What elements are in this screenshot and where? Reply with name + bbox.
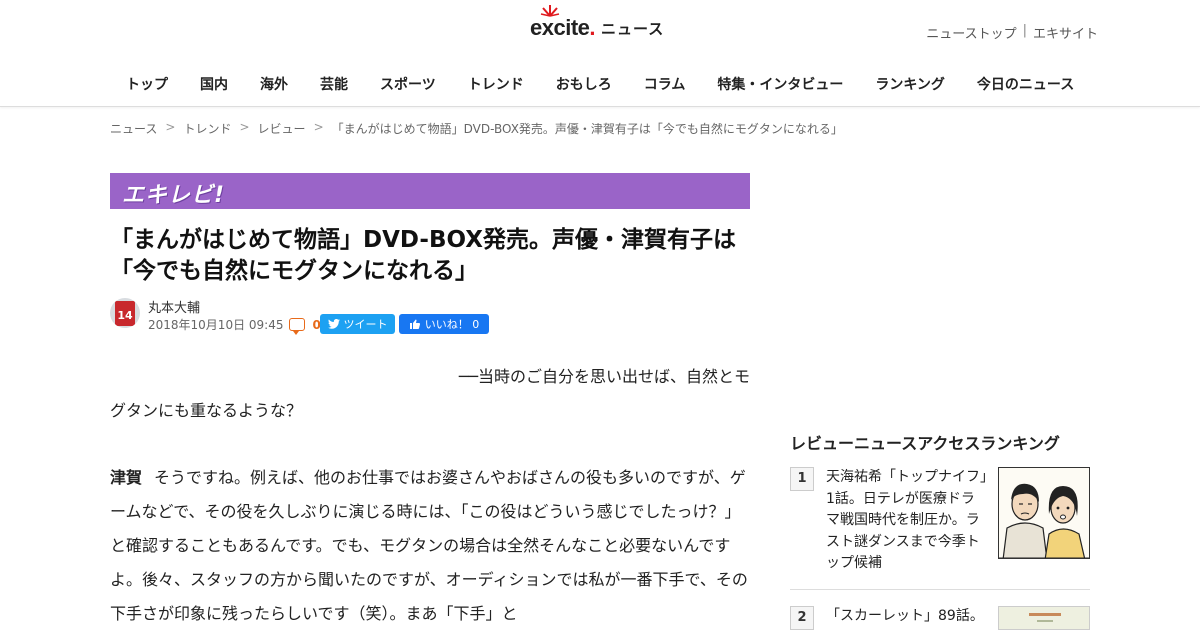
ranking-item[interactable]: 1 天海祐希「トップナイフ」1話。日テレが医療ドラマ戦国時代を制圧か。ラスト謎ダ… (790, 467, 1090, 571)
nav-sports[interactable]: スポーツ (364, 75, 452, 95)
breadcrumb-separator: > (313, 120, 324, 134)
ranking-divider (790, 589, 1090, 590)
breadcrumb-separator: > (165, 120, 176, 134)
comment-icon[interactable] (289, 318, 306, 335)
ranking-number: 2 (790, 606, 814, 630)
publish-date: 2018年10月10日 09:45 (148, 318, 284, 332)
ranking-item[interactable]: 2 「スカーレット」89話。 (790, 606, 1090, 630)
question-line-2: グタンにも重なるような？ (110, 401, 303, 420)
link-separator: | (1022, 23, 1027, 38)
ranking-headline[interactable]: 「スカーレット」89話。 (826, 606, 988, 628)
nav-top[interactable]: トップ (110, 75, 184, 95)
breadcrumb-trend[interactable]: トレンド (183, 120, 231, 137)
comic-illustration-image (999, 468, 1089, 558)
ranking-headline[interactable]: 天海祐希「トップナイフ」1話。日テレが医療ドラマ戦国時代を制圧か。ラスト謎ダンス… (826, 467, 988, 575)
tweet-label: ツイート (343, 318, 388, 331)
nav-ranking[interactable]: ランキング (859, 75, 961, 95)
nav-trend[interactable]: トレンド (452, 75, 540, 95)
ranking-title: レビューニュースアクセスランキング (790, 434, 1060, 453)
ranking-number: 1 (790, 467, 814, 491)
interview-question: ──当時のご自分を思い出せば、自然とモ グタンにも重なるような？ (110, 360, 750, 428)
breadcrumb: ニュース > トレンド > レビュー > 「まんがはじめて物語」DVD-BOX発… (110, 120, 843, 137)
top-links: ニューストップ | エキサイト (926, 23, 1098, 42)
facebook-like-button[interactable]: いいね！ 0 (399, 314, 489, 334)
question-line-1: ──当時のご自分を思い出せば、自然とモ (458, 367, 750, 386)
nav-feature-interview[interactable]: 特集・インタビュー (701, 75, 859, 95)
excite-news-logo[interactable]: excite. ニュース (530, 5, 665, 46)
speaker-name: 津賀 (110, 468, 143, 487)
breadcrumb-review[interactable]: レビュー (258, 120, 306, 137)
breadcrumb-news[interactable]: ニュース (110, 120, 157, 137)
avatar-badge: 14 (115, 301, 135, 326)
excite-logo: excite. (530, 5, 595, 41)
answer-text: そうですね。例えば、他のお仕事ではお婆さんやおばさんの役も多いのですが、ゲームな… (110, 468, 748, 623)
nav-entertainment[interactable]: 芸能 (304, 75, 364, 95)
link-excite[interactable]: エキサイト (1033, 23, 1098, 42)
link-news-top[interactable]: ニューストップ (926, 23, 1016, 42)
author-avatar[interactable]: 14 (110, 298, 140, 328)
ranking-thumbnail[interactable] (998, 606, 1090, 630)
article-title: 「まんがはじめて物語」DVD-BOX発売。声優・津賀有子は「今でも自然にモグタン… (110, 227, 736, 284)
nav-column[interactable]: コラム (628, 75, 702, 95)
global-nav: トップ 国内 海外 芸能 スポーツ トレンド おもしろ コラム 特集・インタビュ… (110, 75, 1090, 95)
tweet-button[interactable]: ツイート (320, 314, 395, 334)
thumbs-up-icon (409, 319, 420, 329)
site-header: excite. ニュース ニューストップ | エキサイト トップ 国内 海外 芸… (0, 0, 1200, 107)
logo-spark-icon (540, 5, 560, 17)
excite-review-banner[interactable]: エキレビ! (110, 173, 750, 209)
like-label: いいね！ 0 (424, 318, 480, 331)
article-meta: 2018年10月10日 09:45 0 (148, 316, 321, 335)
twitter-bird-icon (327, 319, 340, 329)
breadcrumb-current: 「まんがはじめて物語」DVD-BOX発売。声優・津賀有子は「今でも自然にモグタン… (331, 122, 843, 136)
nav-funny[interactable]: おもしろ (540, 75, 628, 95)
logo-section-label: ニュース (601, 19, 665, 38)
ranking-thumbnail[interactable] (998, 467, 1090, 559)
interview-answer: 津賀 そうですね。例えば、他のお仕事ではお婆さんやおばさんの役も多いのですが、ゲー… (110, 461, 750, 630)
author-name[interactable]: 丸本大輔 (148, 297, 200, 316)
banner-label: エキレビ! (122, 183, 226, 208)
nav-todays-news[interactable]: 今日のニュース (961, 75, 1090, 95)
nav-domestic[interactable]: 国内 (184, 75, 244, 95)
nav-overseas[interactable]: 海外 (244, 75, 304, 95)
drama-poster-image (999, 607, 1089, 629)
breadcrumb-separator: > (239, 120, 250, 134)
